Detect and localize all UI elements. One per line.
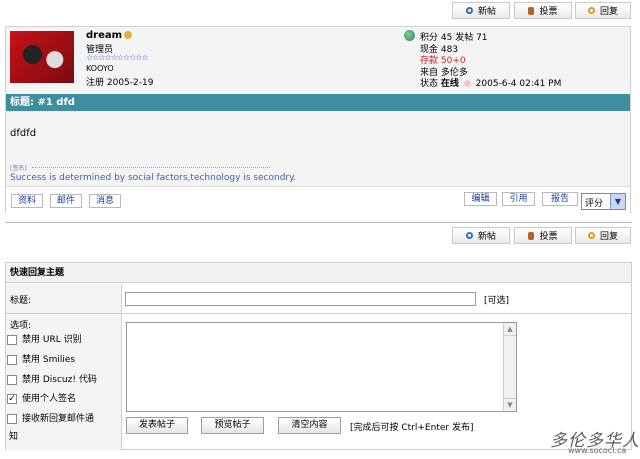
author-name[interactable]: dream — [86, 30, 133, 41]
rating-select[interactable]: 评分 ▼ — [581, 193, 626, 210]
stat-status: 状态 在线 2005-6-4 02:41 PM — [420, 79, 562, 89]
shortcut-hint: [完成后可按 Ctrl+Enter 发布] — [350, 423, 474, 433]
reply-icon — [587, 7, 595, 14]
register-date: 注册 2005-2-19 — [86, 78, 154, 88]
option-disable-discuz-code[interactable]: 禁用 Discuz! 代码 — [7, 372, 97, 385]
reply-icon — [587, 232, 595, 239]
checkbox[interactable] — [7, 334, 17, 345]
avatar — [10, 31, 74, 83]
label-column — [6, 284, 122, 450]
gender-icon — [124, 31, 133, 39]
option-disable-url[interactable]: 禁用 URL 识别 — [7, 332, 82, 345]
vote-button-bottom[interactable]: 投票 — [514, 227, 572, 244]
checkbox[interactable] — [7, 413, 17, 424]
chevron-down-icon: ▼ — [610, 194, 625, 209]
signature-text: Success is determined by social factors,… — [10, 173, 297, 183]
checkbox[interactable] — [7, 374, 17, 385]
quick-reply-header: 快速回复主题 — [6, 263, 631, 283]
reply-button[interactable]: 回复 — [575, 2, 631, 19]
new-post-button[interactable]: 新帖 — [452, 2, 510, 19]
vote-icon — [528, 6, 535, 15]
quote-button[interactable]: 引用 — [502, 192, 535, 206]
report-button[interactable]: 报告 — [542, 192, 578, 206]
group-tag: KOOYO — [86, 64, 114, 73]
options-label: 选项: — [10, 321, 32, 331]
vote-button[interactable]: 投票 — [514, 2, 572, 19]
email-button[interactable]: 邮件 — [50, 194, 82, 208]
clear-button[interactable]: 清空内容 — [278, 417, 341, 434]
scroll-up-icon[interactable]: ▲ — [504, 323, 516, 336]
rank-stars: ☆☆☆☆☆☆☆☆☆☆ — [86, 53, 149, 62]
scrollbar[interactable]: ▲ ▼ — [503, 323, 516, 411]
option-use-signature[interactable]: ✓ 使用个人签名 — [7, 391, 76, 404]
option-email-notify[interactable]: 接收新回复邮件通 — [7, 411, 94, 424]
post-body: dfdfd — [10, 128, 37, 139]
new-post-icon — [465, 232, 473, 239]
option-wrap-text: 知 — [9, 432, 19, 442]
vote-icon — [528, 231, 535, 240]
section-divider — [5, 222, 632, 223]
new-post-button-bottom[interactable]: 新帖 — [452, 227, 510, 244]
option-disable-smilies[interactable]: 禁用 Smilies — [7, 352, 75, 365]
edit-button[interactable]: 编辑 — [464, 192, 497, 206]
title-label: 标题: — [10, 296, 32, 306]
checkbox-checked[interactable]: ✓ — [7, 393, 17, 404]
subject-input[interactable] — [125, 292, 476, 306]
reply-button-bottom[interactable]: 回复 — [575, 227, 631, 244]
signature-divider — [32, 167, 270, 168]
post-card: dream 管理员 ☆☆☆☆☆☆☆☆☆☆ KOOYO 注册 2005-2-19 … — [5, 26, 631, 214]
scroll-down-icon[interactable]: ▼ — [504, 398, 516, 411]
globe-icon — [404, 30, 415, 41]
checkbox[interactable] — [7, 354, 17, 365]
new-post-icon — [465, 7, 473, 14]
row-divider — [6, 313, 631, 314]
submit-button[interactable]: 发表帖子 — [126, 417, 188, 434]
watermark-url: www.sococl.ca — [568, 446, 627, 455]
preview-button[interactable]: 预览帖子 — [201, 417, 264, 434]
post-title: 标题: #1 dfd — [6, 94, 630, 111]
time-arrow-icon — [463, 80, 471, 87]
optional-label: [可选] — [484, 296, 510, 306]
profile-button[interactable]: 资料 — [11, 194, 43, 208]
message-textarea[interactable]: ▲ ▼ — [126, 322, 517, 412]
signature-label: [签名] — [10, 165, 27, 172]
message-button[interactable]: 消息 — [89, 194, 121, 208]
